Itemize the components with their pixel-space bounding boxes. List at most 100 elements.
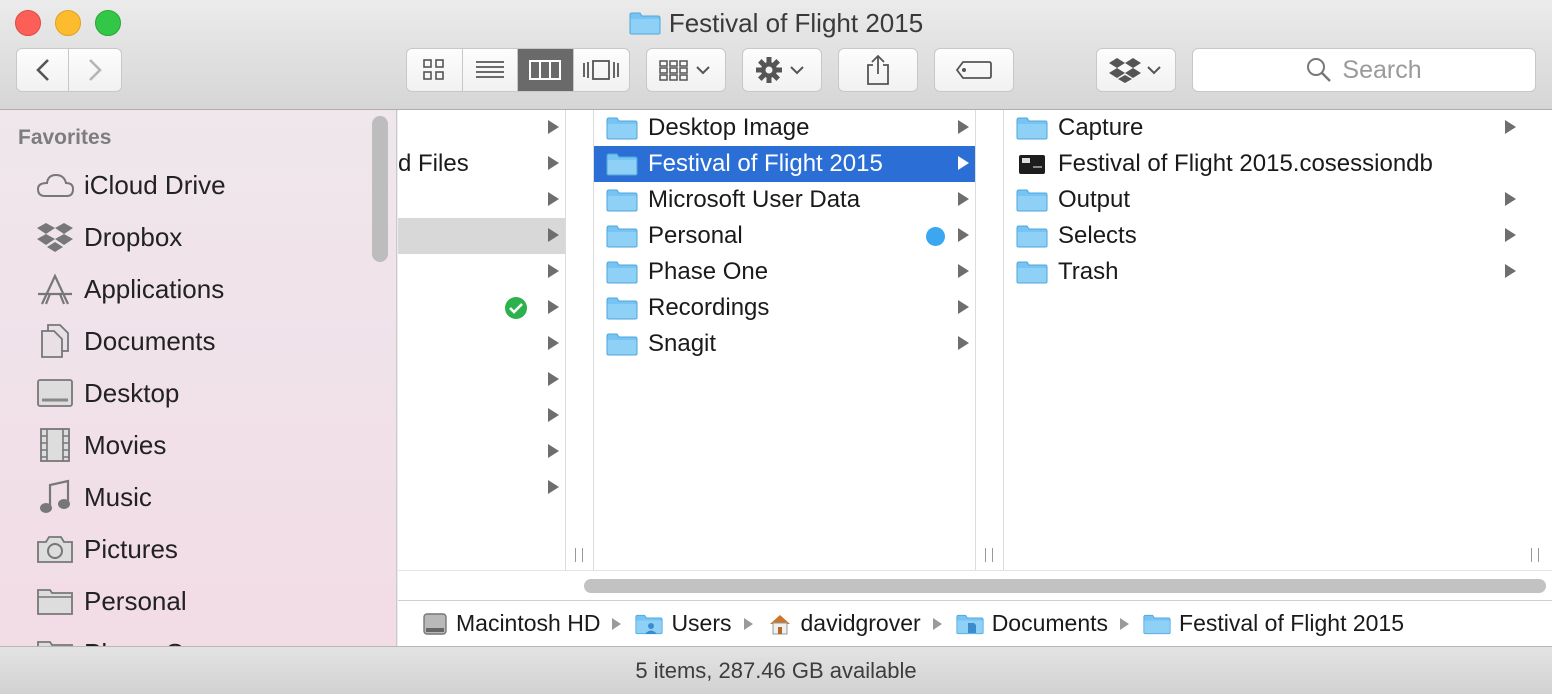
sidebar-item-pictures[interactable]: Pictures — [0, 523, 396, 575]
column-1-row[interactable] — [398, 362, 565, 398]
sidebar-item-applications[interactable]: Applications — [0, 263, 396, 315]
disclosure-arrow-icon — [1505, 228, 1516, 242]
desktop-icon — [32, 378, 78, 408]
column-1-row[interactable] — [398, 110, 565, 146]
sidebar-item-documents[interactable]: Documents — [0, 315, 396, 367]
sidebar-item-movies[interactable]: Movies — [0, 419, 396, 471]
path-separator-icon — [743, 617, 753, 630]
toolbar: Festival of Flight 2015 Search — [0, 0, 1552, 110]
column-view-icon — [529, 60, 562, 80]
column-1-row[interactable] — [398, 434, 565, 470]
search-input[interactable]: Search — [1192, 48, 1536, 92]
film-icon — [32, 428, 78, 462]
sidebar-item-dropbox[interactable]: Dropbox — [0, 211, 396, 263]
icon-view-button[interactable] — [407, 49, 463, 91]
arrange-button[interactable] — [646, 48, 726, 92]
disclosure-arrow-icon — [548, 156, 559, 170]
folder-row-selected[interactable]: Festival of Flight 2015 — [594, 146, 975, 182]
disclosure-arrow-icon — [548, 264, 559, 278]
column-1-row[interactable] — [398, 254, 565, 290]
folder-icon — [32, 638, 78, 646]
forward-button[interactable] — [69, 49, 121, 91]
folder-row[interactable]: Desktop Image — [594, 110, 975, 146]
search-placeholder: Search — [1342, 55, 1422, 84]
folder-icon — [606, 152, 638, 176]
folder-icon — [606, 188, 638, 212]
path-separator-icon — [612, 617, 622, 630]
sync-check-icon — [505, 297, 527, 319]
sidebar-item-icloud-drive[interactable]: iCloud Drive — [0, 159, 396, 211]
users-folder-icon — [635, 613, 663, 635]
dropbox-icon — [1109, 58, 1161, 83]
sidebar-item-desktop[interactable]: Desktop — [0, 367, 396, 419]
folder-row[interactable]: Capture — [1004, 110, 1522, 146]
file-row[interactable]: Festival of Flight 2015.cosessiondb — [1004, 146, 1522, 182]
folder-icon — [606, 116, 638, 140]
gear-icon — [756, 57, 804, 83]
list-view-button[interactable] — [462, 49, 518, 91]
sidebar-item-music[interactable]: Music — [0, 471, 396, 523]
folder-row[interactable]: Trash — [1004, 254, 1522, 290]
view-mode-control — [406, 48, 630, 92]
folder-row[interactable]: Phase One — [594, 254, 975, 290]
column-1-row[interactable] — [398, 182, 565, 218]
column-resize-handle[interactable] — [985, 548, 993, 562]
path-crumb-macintosh-hd[interactable]: Macintosh HD — [422, 610, 600, 637]
folder-row[interactable]: Personal — [594, 218, 975, 254]
coverflow-view-button[interactable] — [573, 49, 629, 91]
sidebar-item-label: iCloud Drive — [84, 169, 226, 200]
column-3: Capture Festival of Flight 2015.cosessio… — [1004, 110, 1522, 570]
column-divider — [976, 110, 1004, 570]
column-1-row[interactable]: d Files — [398, 146, 565, 182]
sidebar-item-label: Dropbox — [84, 221, 183, 252]
column-resize-handle[interactable] — [575, 548, 583, 562]
horizontal-scroll-thumb[interactable] — [584, 579, 1546, 593]
row-label: Desktop Image — [648, 114, 810, 141]
column-1-row-selected[interactable] — [398, 218, 565, 254]
column-1-row[interactable] — [398, 290, 565, 326]
folder-row[interactable]: Selects — [1004, 218, 1522, 254]
folder-row[interactable]: Output — [1004, 182, 1522, 218]
share-button[interactable] — [838, 48, 918, 92]
sidebar-item-label: Phase One — [84, 638, 214, 647]
path-crumb-davidgrover[interactable]: davidgrover — [767, 610, 921, 637]
sidebar-item-label: Personal — [84, 585, 187, 616]
sidebar-item-phase-one[interactable]: Phase One — [0, 627, 396, 647]
disclosure-arrow-icon — [548, 192, 559, 206]
folder-icon — [1016, 224, 1048, 248]
dropbox-menu-button[interactable] — [1096, 48, 1176, 92]
sidebar-item-personal[interactable]: Personal — [0, 575, 396, 627]
disclosure-arrow-icon — [1505, 264, 1516, 278]
sidebar-scrollbar[interactable] — [372, 116, 388, 262]
folder-icon — [1016, 188, 1048, 212]
path-crumb-documents[interactable]: Documents — [956, 610, 1108, 637]
folder-row[interactable]: Snagit — [594, 326, 975, 362]
tags-button[interactable] — [934, 48, 1014, 92]
disclosure-arrow-icon — [548, 336, 559, 350]
hard-drive-icon — [423, 612, 447, 635]
documents-icon — [32, 323, 78, 359]
column-view-button[interactable] — [518, 49, 574, 91]
column-1-row[interactable] — [398, 326, 565, 362]
column-1-row[interactable] — [398, 398, 565, 434]
disclosure-arrow-icon — [958, 336, 969, 350]
disclosure-arrow-icon — [548, 444, 559, 458]
disclosure-arrow-icon — [1505, 120, 1516, 134]
path-crumb-users[interactable]: Users — [635, 610, 732, 637]
crumb-label: Documents — [991, 610, 1109, 636]
path-crumb-festival-of-flight-2015[interactable]: Festival of Flight 2015 — [1143, 610, 1404, 637]
row-label: Output — [1058, 186, 1131, 213]
sidebar-heading-favorites: Favorites — [18, 126, 112, 149]
disclosure-arrow-icon — [958, 300, 969, 314]
column-resize-handle[interactable] — [1531, 548, 1539, 562]
sidebar: Favorites iCloud Drive Dropbox Applicati… — [0, 110, 397, 646]
disclosure-arrow-icon — [958, 228, 969, 242]
folder-icon — [1016, 260, 1048, 284]
column-1-row[interactable] — [398, 470, 565, 506]
back-button[interactable] — [17, 49, 69, 91]
action-menu-button[interactable] — [742, 48, 822, 92]
folder-row[interactable]: Recordings — [594, 290, 975, 326]
list-view-icon — [475, 61, 504, 78]
folder-row[interactable]: Microsoft User Data — [594, 182, 975, 218]
row-label: Selects — [1058, 222, 1137, 249]
